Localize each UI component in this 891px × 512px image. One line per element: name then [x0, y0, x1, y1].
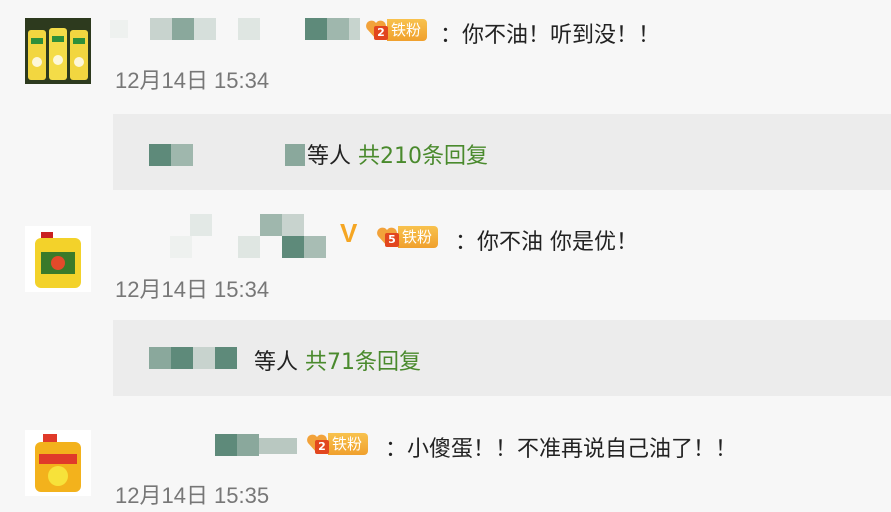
comment-text: ：小傻蛋！！不准再说自己油了！！ — [385, 437, 738, 462]
reply-label: 等人 — [254, 350, 299, 375]
heart-fan-icon: 2 — [306, 431, 329, 457]
fan-badge: 5 铁粉 — [376, 223, 439, 251]
comment-time: 12月14日 15:34 — [115, 277, 270, 302]
reply-count-link[interactable]: 共210条回复 — [358, 144, 488, 169]
fan-badge-label: 铁粉 — [387, 19, 428, 41]
fan-badge-label: 铁粉 — [398, 226, 439, 248]
comment-2: V 5 铁粉 ：你不油 你是优！ 12月14日 15:34 — [0, 210, 891, 310]
dish-soap-avatar-icon — [25, 18, 91, 84]
comment-time: 12月14日 15:35 — [115, 483, 270, 508]
reply-bar-1[interactable]: 等人 共210条回复 — [113, 114, 891, 190]
verified-v-icon: V — [340, 218, 358, 248]
username-mosaic[interactable] — [170, 214, 330, 264]
comment-text: ：你不油 你是优！ — [455, 230, 638, 255]
username-mosaic[interactable] — [215, 434, 305, 458]
comment-time: 12月14日 15:34 — [115, 68, 270, 93]
reply-users-mosaic — [149, 347, 249, 371]
reply-users-mosaic — [149, 144, 309, 168]
fan-badge-label: 铁粉 — [328, 433, 369, 455]
avatar[interactable] — [25, 226, 91, 292]
username-mosaic[interactable] — [110, 12, 360, 46]
dish-soap-avatar-icon — [25, 226, 91, 292]
avatar[interactable] — [25, 18, 91, 84]
heart-fan-icon: 2 — [365, 17, 388, 43]
heart-fan-icon: 5 — [376, 224, 399, 250]
reply-label: 等人 — [307, 144, 352, 169]
comment-text: ：你不油！听到没！！ — [440, 23, 661, 48]
reply-count-link[interactable]: 共71条回复 — [305, 350, 421, 375]
avatar[interactable] — [25, 430, 91, 496]
fan-badge: 2 铁粉 — [365, 16, 428, 44]
reply-bar-2[interactable]: 等人 共71条回复 — [113, 320, 891, 396]
comment-3: 2 铁粉 ：小傻蛋！！不准再说自己油了！！ 12月14日 15:35 — [0, 412, 891, 512]
dish-soap-avatar-icon — [25, 430, 91, 496]
comment-1: 2 铁粉 ：你不油！听到没！！ 12月14日 15:34 — [0, 0, 891, 100]
fan-badge: 2 铁粉 — [306, 430, 369, 458]
